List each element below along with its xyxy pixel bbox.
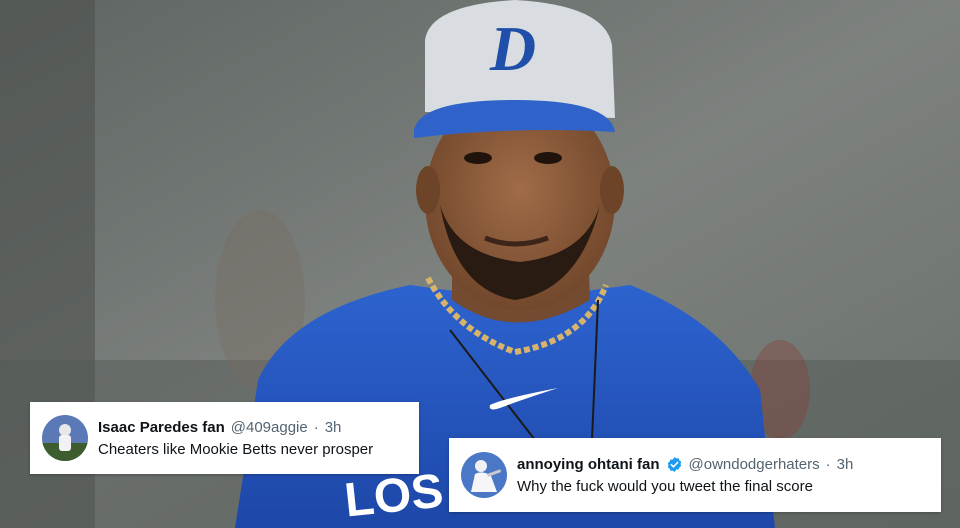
user-handle[interactable]: @owndodgerhaters	[689, 456, 820, 473]
timestamp[interactable]: 3h	[837, 456, 854, 473]
avatar-player-photo-icon	[42, 415, 88, 461]
separator-dot: ·	[825, 455, 831, 473]
right-ear	[600, 166, 624, 214]
verified-badge-icon	[667, 456, 681, 472]
right-eye	[534, 152, 562, 164]
avatar[interactable]	[42, 415, 88, 461]
tweet-card[interactable]: Isaac Paredes fan @409aggie · 3h Cheater…	[30, 402, 419, 474]
avatar[interactable]	[461, 452, 507, 498]
timestamp[interactable]: 3h	[325, 419, 342, 436]
tweet-text: Why the fuck would you tweet the final s…	[517, 477, 813, 495]
tweet-body: Isaac Paredes fan @409aggie · 3h Cheater…	[98, 419, 373, 458]
user-handle[interactable]: @409aggie	[231, 419, 308, 436]
display-name[interactable]: Isaac Paredes fan	[98, 419, 225, 436]
tweet-header: Isaac Paredes fan @409aggie · 3h	[98, 419, 373, 436]
tweet-header: annoying ohtani fan @owndodgerhaters · 3…	[517, 456, 853, 473]
left-eye	[464, 152, 492, 164]
cap-logo: D	[489, 13, 536, 84]
tweet-text: Cheaters like Mookie Betts never prosper	[98, 440, 374, 458]
separator-dot: ·	[313, 418, 319, 436]
tweet-card[interactable]: annoying ohtani fan @owndodgerhaters · 3…	[449, 438, 941, 512]
display-name[interactable]: annoying ohtani fan	[517, 456, 660, 473]
jersey-lettering: LOS	[342, 465, 446, 528]
avatar-player-photo-icon	[461, 452, 507, 498]
left-ear	[416, 166, 440, 214]
tweet-body: annoying ohtani fan @owndodgerhaters · 3…	[517, 456, 853, 495]
